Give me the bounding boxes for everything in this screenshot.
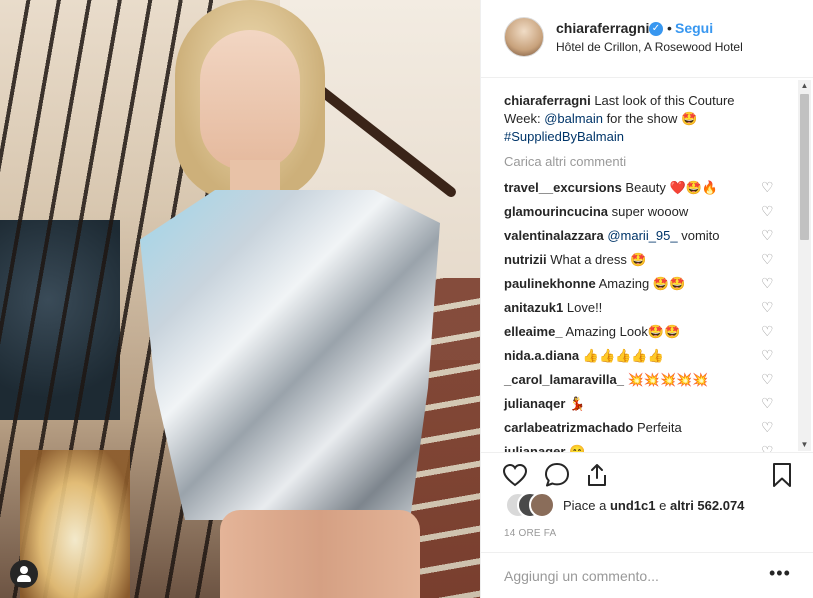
- comment-row: julianaqer 😁 ♡: [504, 443, 779, 452]
- likes-user[interactable]: und1c1: [610, 498, 656, 513]
- comment-text: Perfeita: [636, 420, 682, 435]
- photo-legs: [220, 510, 420, 598]
- comment-text: 👍👍👍👍👍: [582, 348, 664, 363]
- scroll-down-arrow-icon[interactable]: ▼: [800, 441, 809, 449]
- caption-text-2: for the show 🤩: [602, 111, 698, 126]
- comment-row: nida.a.diana 👍👍👍👍👍 ♡: [504, 347, 779, 371]
- heart-icon[interactable]: ♡: [761, 276, 775, 290]
- comment-row: glamourincucina super wooow ♡: [504, 203, 779, 227]
- liker-avatar: [529, 492, 555, 518]
- post-sidebar: chiaraferragni ✓ • Segui Hôtel de Crillo…: [480, 0, 813, 598]
- user-tag-body: [17, 575, 31, 582]
- heart-icon[interactable]: ♡: [761, 252, 775, 266]
- comments-section: chiaraferragni Last look of this Couture…: [481, 78, 813, 452]
- liker-avatars[interactable]: [505, 492, 565, 518]
- comment-text: super wooow: [611, 204, 689, 219]
- user-tag-icon[interactable]: [10, 560, 38, 588]
- comment-icon[interactable]: [543, 461, 571, 489]
- heart-icon[interactable]: ♡: [761, 444, 775, 452]
- comment-text: 💥💥💥💥💥: [627, 372, 709, 387]
- comment-text: vomito: [677, 228, 720, 243]
- likes-text: Piace a und1c1 e altri 562.074: [563, 498, 744, 513]
- heart-icon[interactable]: [501, 461, 529, 489]
- header-separator: •: [667, 20, 672, 36]
- avatar[interactable]: [504, 17, 544, 57]
- comment-row: elleaime_ Amazing Look🤩🤩 ♡: [504, 323, 779, 347]
- comment-mention[interactable]: @marii_95_: [607, 228, 677, 243]
- heart-icon[interactable]: ♡: [761, 300, 775, 314]
- heart-icon[interactable]: ♡: [761, 348, 775, 362]
- bookmark-icon[interactable]: [768, 461, 796, 489]
- likes-middle: e: [655, 498, 670, 513]
- comment-username[interactable]: nutrizii: [504, 252, 547, 267]
- comment-text: 💃: [569, 396, 586, 411]
- comment-text: What a dress 🤩: [550, 252, 647, 267]
- scrollbar-thumb[interactable]: [800, 94, 809, 240]
- location-link[interactable]: Hôtel de Crillon, A Rosewood Hotel: [556, 40, 743, 54]
- likes-count[interactable]: altri 562.074: [670, 498, 744, 513]
- heart-icon[interactable]: ♡: [761, 180, 775, 194]
- photo-face: [200, 30, 300, 170]
- heart-icon[interactable]: ♡: [761, 420, 775, 434]
- follow-button[interactable]: Segui: [675, 20, 713, 36]
- scroll-up-arrow-icon[interactable]: ▲: [800, 82, 809, 90]
- comment-username[interactable]: _carol_lamaravilla_: [504, 372, 624, 387]
- comments-scrollbar[interactable]: ▲ ▼: [798, 80, 811, 451]
- comment-username[interactable]: glamourincucina: [504, 204, 608, 219]
- comment-username[interactable]: elleaime_: [504, 324, 563, 339]
- more-options-button[interactable]: •••: [769, 563, 793, 583]
- comment-row: anitazuk1 Love!! ♡: [504, 299, 779, 323]
- caption-hashtag[interactable]: #SuppliedByBalmain: [504, 129, 624, 144]
- likes-prefix: Piace a: [563, 498, 610, 513]
- comment-text: Amazing 🤩🤩: [598, 276, 686, 291]
- share-icon[interactable]: [583, 461, 611, 489]
- comment-row: valentinalazzara @marii_95_ vomito ♡: [504, 227, 779, 251]
- add-comment-bar: •••: [481, 552, 813, 598]
- post-timestamp[interactable]: 14 ORE FA: [504, 528, 556, 539]
- heart-icon[interactable]: ♡: [761, 396, 775, 410]
- caption: chiaraferragni Last look of this Couture…: [504, 92, 774, 146]
- comment-username[interactable]: anitazuk1: [504, 300, 563, 315]
- user-tag-head: [20, 566, 28, 574]
- comment-username[interactable]: travel__excursions: [504, 180, 622, 195]
- caption-username[interactable]: chiaraferragni: [504, 93, 591, 108]
- comment-username[interactable]: valentinalazzara: [504, 228, 604, 243]
- caption-mention[interactable]: @balmain: [544, 111, 603, 126]
- post-photo[interactable]: [0, 0, 480, 598]
- comment-username[interactable]: carlabeatrizmachado: [504, 420, 633, 435]
- heart-icon[interactable]: ♡: [761, 204, 775, 218]
- verified-badge-icon: ✓: [649, 22, 663, 36]
- comment-text: Love!!: [566, 300, 603, 315]
- comment-text: 😁: [569, 444, 586, 452]
- heart-icon[interactable]: ♡: [761, 324, 775, 338]
- photo-person: [70, 0, 440, 598]
- comment-username[interactable]: nida.a.diana: [504, 348, 579, 363]
- load-more-comments-button[interactable]: Carica altri commenti: [504, 154, 626, 169]
- comment-username[interactable]: julianaqer: [504, 444, 565, 452]
- comment-username[interactable]: paulinekhonne: [504, 276, 596, 291]
- header-username[interactable]: chiaraferragni: [556, 20, 649, 36]
- post-header: chiaraferragni ✓ • Segui Hôtel de Crillo…: [481, 0, 813, 78]
- comment-row: paulinekhonne Amazing 🤩🤩 ♡: [504, 275, 779, 299]
- likes-row: Piace a und1c1 e altri 562.074: [481, 490, 813, 520]
- heart-icon[interactable]: ♡: [761, 228, 775, 242]
- comment-row: carlabeatrizmachado Perfeita ♡: [504, 419, 779, 443]
- comments-list: travel__excursions Beauty ❤️🤩🔥 ♡ glamouri…: [504, 179, 779, 452]
- heart-icon[interactable]: ♡: [761, 372, 775, 386]
- comment-text: Beauty ❤️🤩🔥: [625, 180, 719, 195]
- photo-dress: [140, 190, 440, 520]
- comment-row: travel__excursions Beauty ❤️🤩🔥 ♡: [504, 179, 779, 203]
- comment-text: Amazing Look🤩🤩: [565, 324, 681, 339]
- comment-username[interactable]: julianaqer: [504, 396, 565, 411]
- comment-row: julianaqer 💃 ♡: [504, 395, 779, 419]
- comment-input[interactable]: [502, 563, 746, 589]
- comment-row: nutrizii What a dress 🤩 ♡: [504, 251, 779, 275]
- comment-row: _carol_lamaravilla_ 💥💥💥💥💥 ♡: [504, 371, 779, 395]
